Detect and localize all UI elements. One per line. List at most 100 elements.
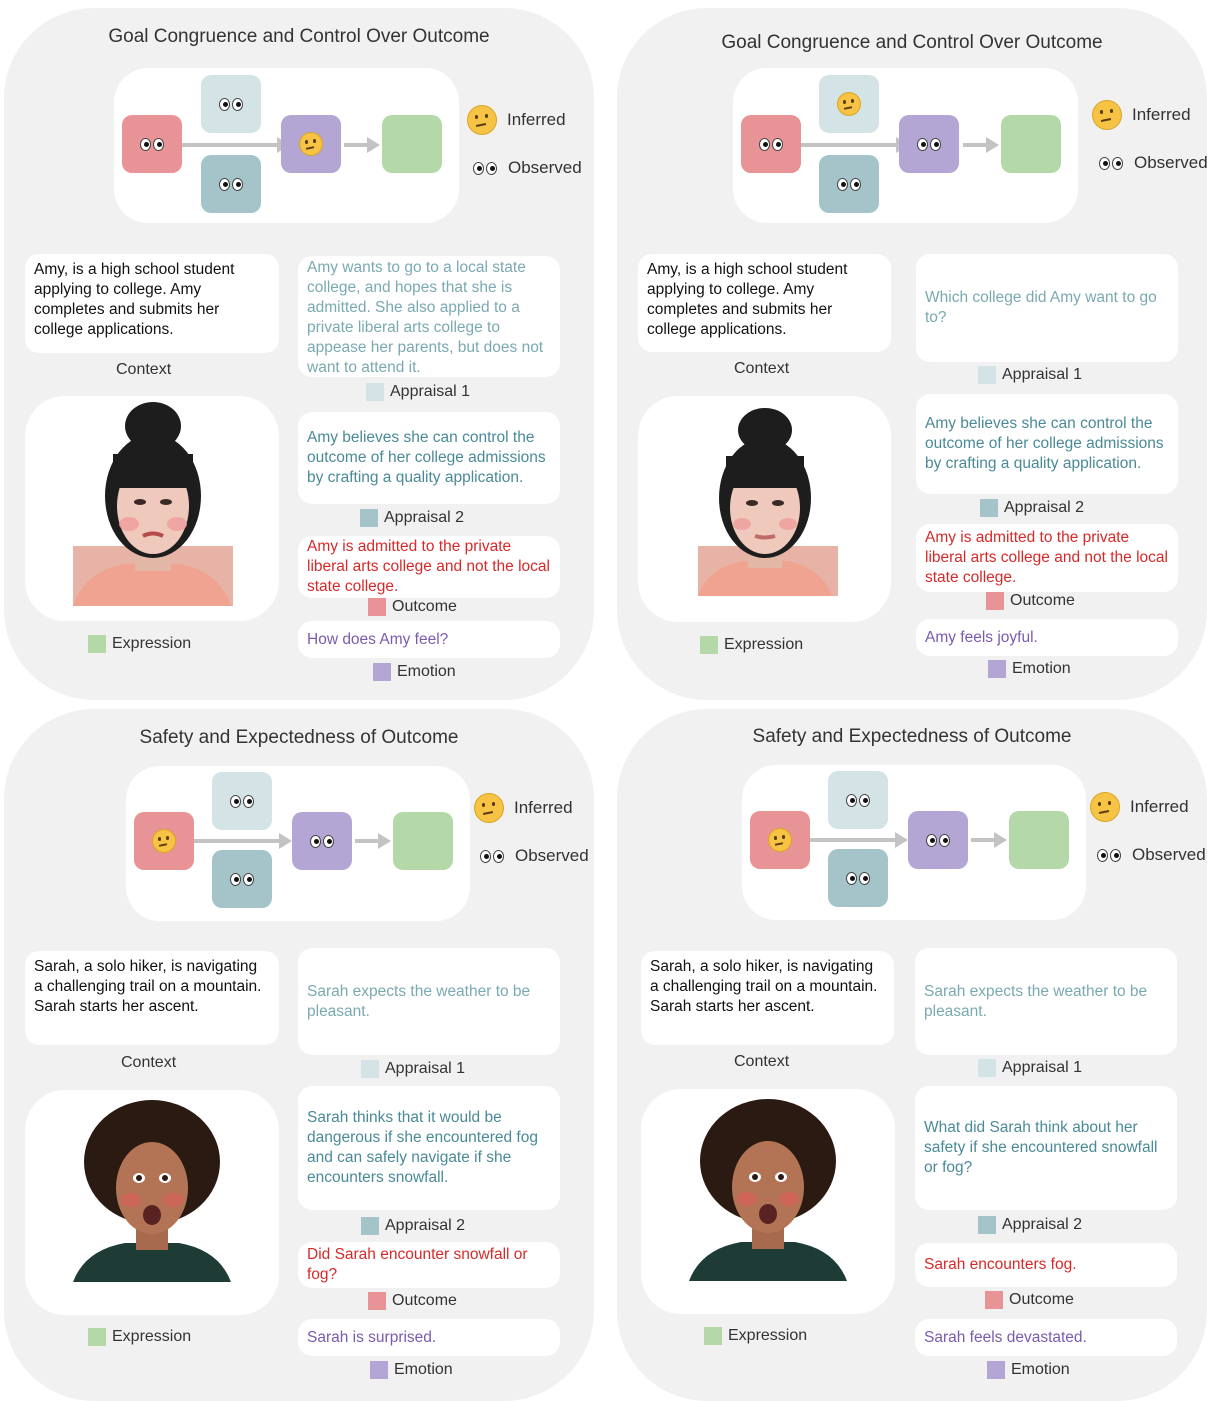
thinking-face-icon [768, 828, 792, 852]
woman-face-illustration [698, 408, 838, 596]
appraisal2-swatch [361, 1217, 379, 1235]
emotion-text: Sarah feels devastated. [924, 1328, 1087, 1346]
expression-swatch [88, 1328, 106, 1346]
expression-label-text: Expression [112, 1328, 192, 1345]
appraisal1-box: Which college did Amy want to go to? [916, 254, 1178, 362]
panel-title: Safety and Expectedness of Outcome [139, 727, 459, 748]
eyes-icon [1096, 848, 1122, 862]
emotion-label: Emotion [370, 1361, 453, 1379]
appraisal2-label: Appraisal 2 [361, 1217, 465, 1235]
legend-inferred: Inferred [1090, 792, 1189, 822]
eyes-icon [758, 137, 784, 151]
expression-swatch [704, 1327, 722, 1345]
context-label: Context [734, 1053, 790, 1070]
eyes-icon [1098, 156, 1124, 170]
outcome-node [122, 115, 182, 173]
appraisal1-label: Appraisal 1 [978, 366, 1082, 384]
emotion-swatch [987, 1361, 1005, 1379]
appraisal2-swatch [980, 499, 998, 517]
emotion-swatch [373, 663, 391, 681]
appraisal2-label-text: Appraisal 2 [384, 509, 465, 526]
appraisal1-label-text: Appraisal 1 [385, 1060, 466, 1077]
appraisal1-box: Sarah expects the weather to be pleasant… [298, 948, 560, 1055]
expression-image [25, 1090, 279, 1315]
expression-label: Expression [88, 635, 191, 653]
appraisal1-swatch [978, 1059, 996, 1077]
outcome-box: Amy is admitted to the private liberal a… [298, 536, 560, 598]
emotion-node [292, 812, 352, 870]
appraisal1-text: Sarah expects the weather to be pleasant… [924, 982, 1148, 1020]
legend-observed-label: Observed [508, 158, 582, 177]
appraisal2-label-text: Appraisal 2 [1004, 499, 1085, 516]
expression-image [638, 396, 891, 622]
expression-swatch [700, 636, 718, 654]
legend-inferred-label: Inferred [507, 110, 566, 129]
expression-label: Expression [700, 636, 803, 654]
emotion-label-text: Emotion [1011, 1361, 1070, 1378]
eyes-icon [218, 177, 244, 191]
appraisal2-label: Appraisal 2 [360, 509, 464, 527]
outcome-box: Did Sarah encounter snowfall or fog? [298, 1242, 560, 1288]
emotion-label: Emotion [987, 1361, 1070, 1379]
outcome-label: Outcome [368, 598, 457, 616]
outcome-label: Outcome [986, 592, 1075, 610]
outcome-swatch [986, 592, 1004, 610]
emotion-node [899, 115, 959, 173]
context-label: Context [116, 361, 172, 378]
eyes-icon [309, 834, 335, 848]
appraisal2-box: Amy believes she can control the outcome… [298, 412, 560, 504]
panel-title: Goal Congruence and Control Over Outcome [108, 26, 490, 47]
outcome-text: Sarah encounters fog. [924, 1256, 1077, 1273]
woman-face-illustration [689, 1099, 847, 1281]
legend-observed-label: Observed [1132, 845, 1206, 864]
appraisal1-swatch [361, 1060, 379, 1078]
eyes-icon [916, 137, 942, 151]
expression-node [1009, 811, 1069, 869]
expression-label-text: Expression [112, 635, 192, 652]
appraisal2-node [819, 155, 879, 213]
context-label: Context [734, 360, 790, 377]
expression-image [25, 396, 279, 621]
appraisal2-swatch [978, 1216, 996, 1234]
eyes-icon [836, 177, 862, 191]
outcome-swatch [985, 1291, 1003, 1309]
appraisal1-node [201, 75, 261, 133]
causal-diagram [126, 766, 470, 921]
appraisal2-box: Sarah thinks that it would be dangerous … [298, 1086, 560, 1210]
emotion-box: Sarah is surprised. [298, 1319, 560, 1356]
expression-node [1001, 115, 1061, 173]
outcome-node [134, 812, 194, 870]
expression-node [382, 115, 442, 173]
outcome-label: Outcome [368, 1292, 457, 1310]
appraisal1-box: Sarah expects the weather to be pleasant… [915, 948, 1177, 1055]
appraisal1-node [212, 772, 272, 830]
outcome-label-text: Outcome [1009, 1291, 1074, 1308]
appraisal2-label: Appraisal 2 [980, 499, 1084, 517]
legend-inferred-label: Inferred [1130, 797, 1189, 816]
outcome-label-text: Outcome [392, 1292, 457, 1309]
context-box: Amy, is a high school student applying t… [25, 254, 279, 353]
appraisal2-box: What did Sarah think about her safety if… [915, 1086, 1177, 1210]
legend-inferred: Inferred [474, 793, 573, 823]
woman-face-illustration [73, 1100, 231, 1282]
outcome-label-text: Outcome [1010, 592, 1075, 609]
legend-inferred-label: Inferred [514, 798, 573, 817]
expression-label-text: Expression [724, 636, 804, 653]
context-box: Amy, is a high school student applying t… [638, 254, 891, 352]
appraisal1-label: Appraisal 1 [361, 1060, 465, 1078]
emotion-box: Sarah feels devastated. [915, 1319, 1177, 1356]
thinking-face-icon [299, 132, 323, 156]
context-box: Sarah, a solo hiker, is navigating a cha… [25, 951, 279, 1045]
panel-title: Goal Congruence and Control Over Outcome [721, 32, 1103, 53]
causal-diagram [742, 765, 1086, 920]
emotion-label-text: Emotion [397, 663, 456, 680]
appraisal1-label-text: Appraisal 1 [1002, 1059, 1083, 1076]
legend-observed: Observed [479, 846, 589, 866]
appraisal1-node [828, 771, 888, 829]
legend-observed-label: Observed [1134, 153, 1207, 172]
emotion-text: Sarah is surprised. [307, 1328, 437, 1346]
thinking-face-icon [1090, 792, 1120, 822]
thinking-face-icon [152, 829, 176, 853]
eyes-icon [472, 161, 498, 175]
appraisal2-text: What did Sarah think about her safety if… [924, 1119, 1158, 1176]
